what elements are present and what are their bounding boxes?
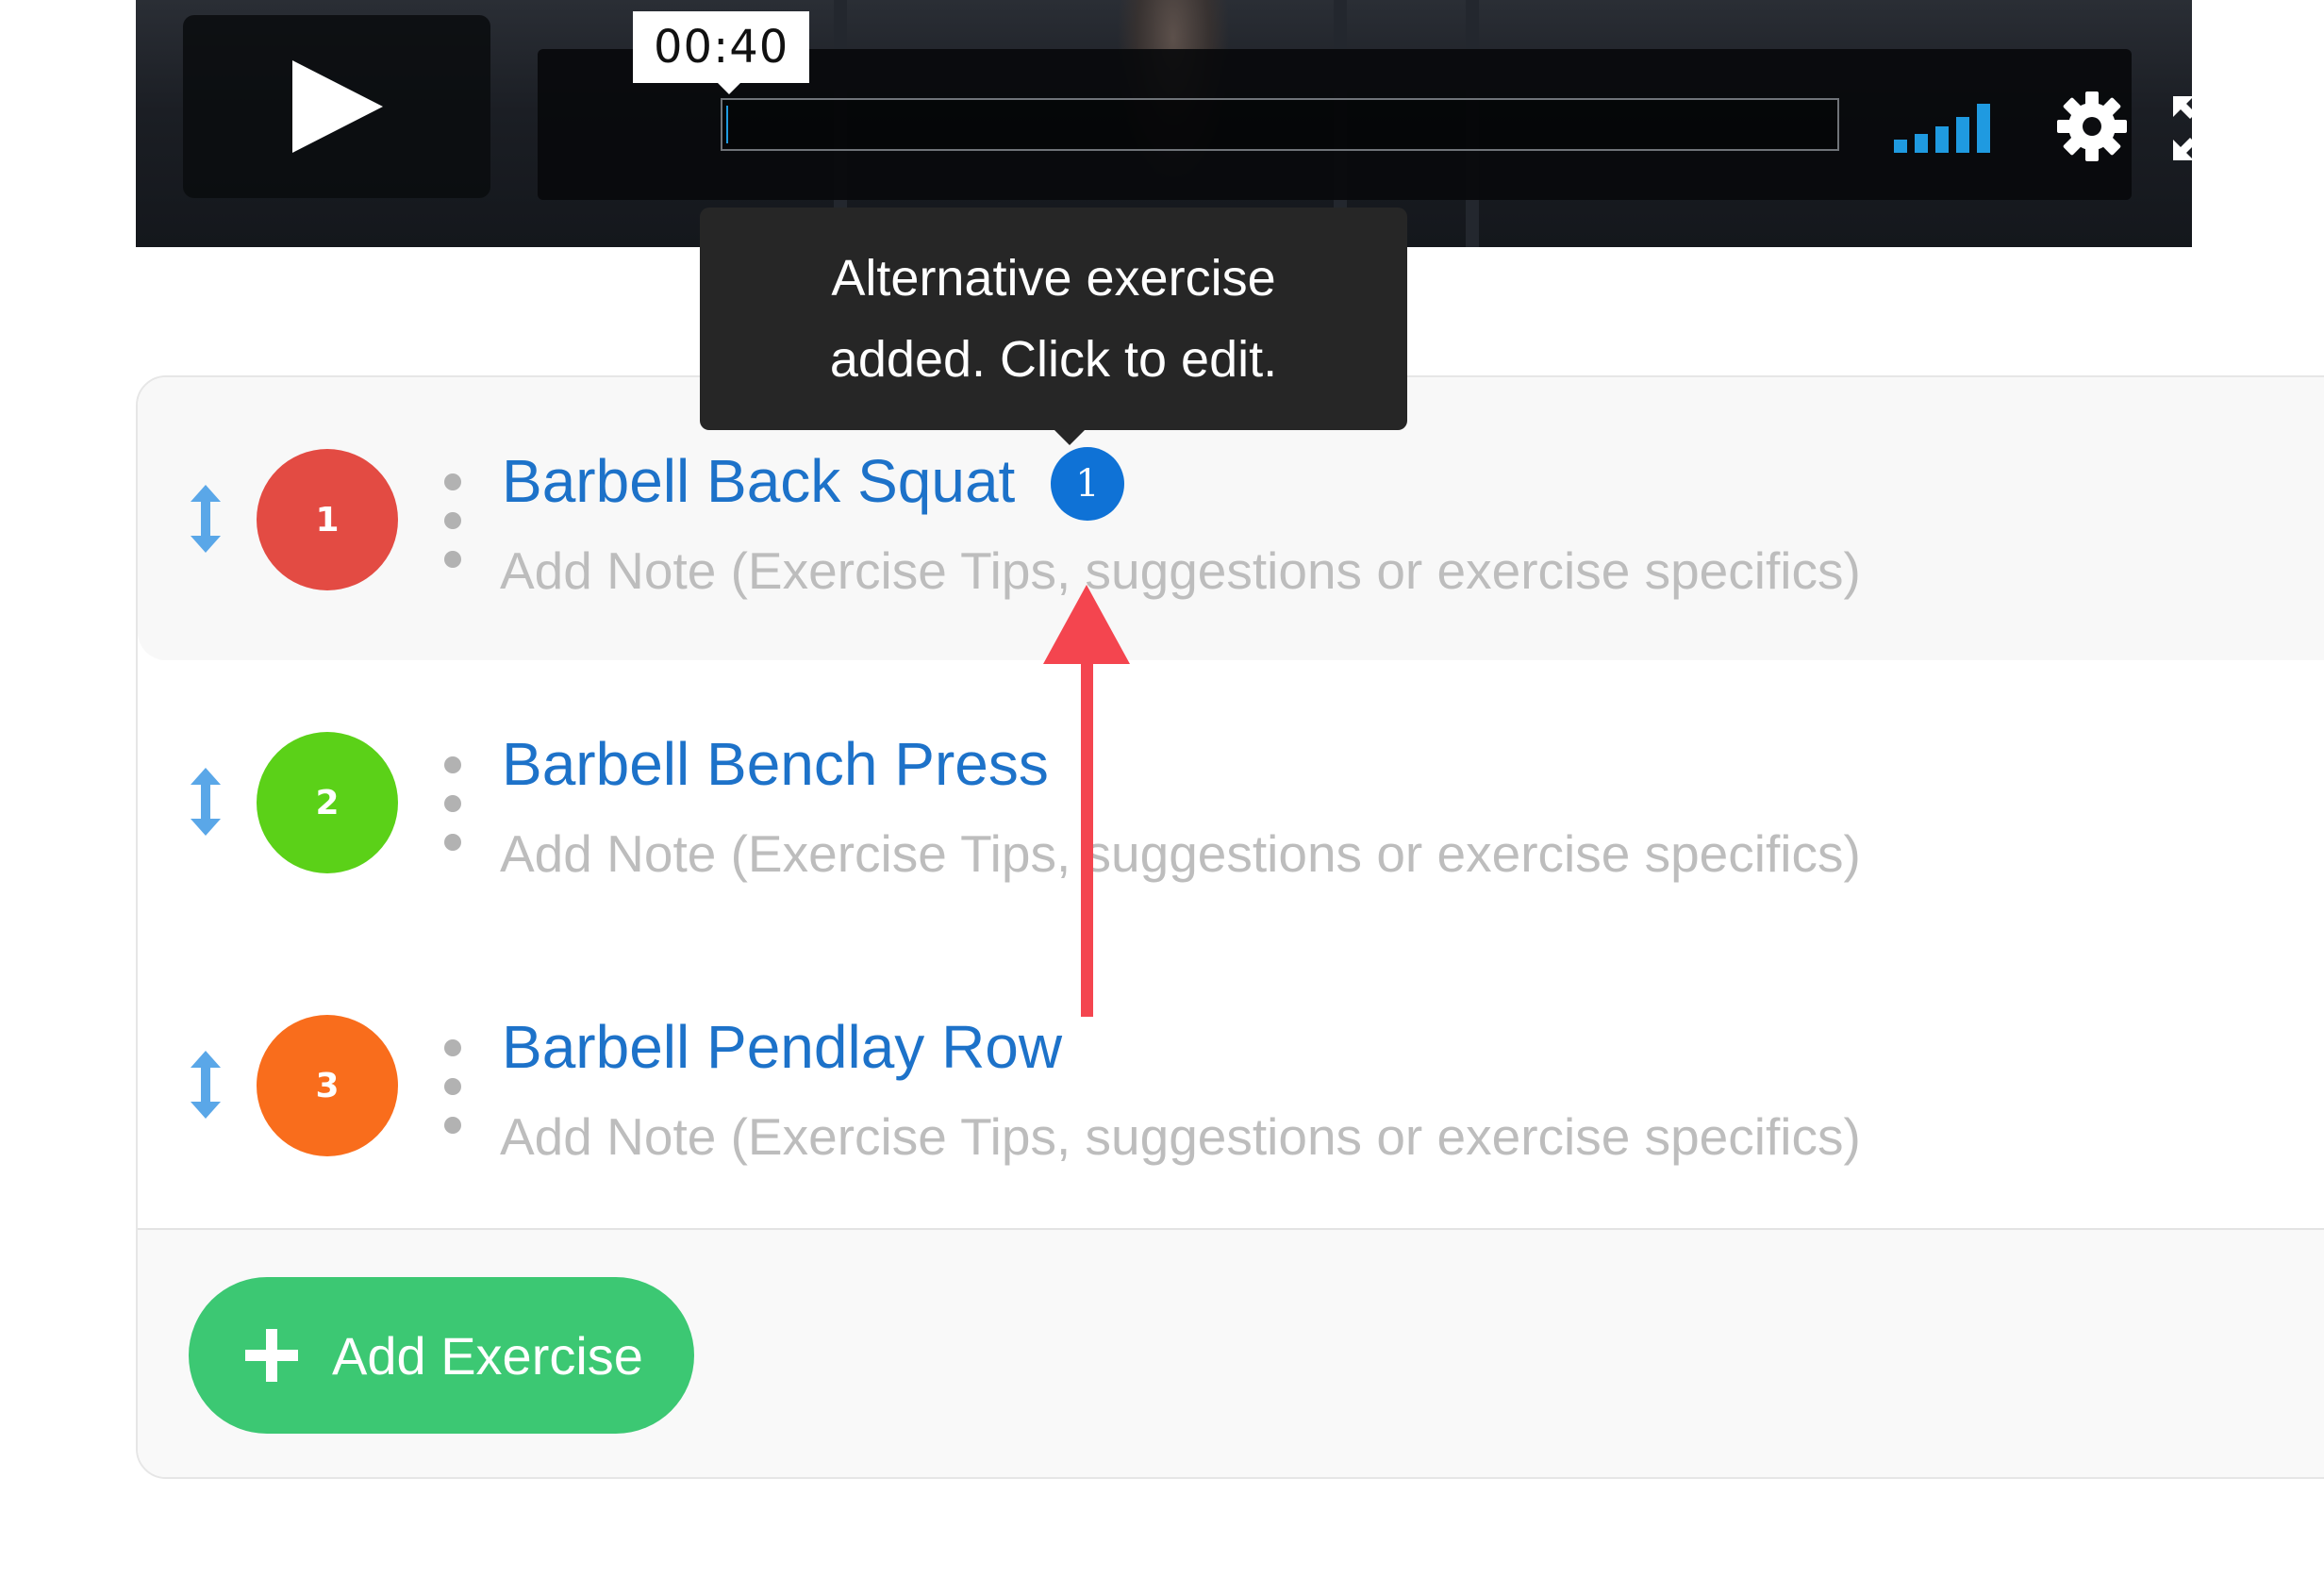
- tooltip-line-1: Alternative exercise: [831, 250, 1276, 307]
- exercise-options-kebab-icon[interactable]: [440, 756, 466, 851]
- exercise-number-badge: 2: [257, 732, 398, 873]
- exercise-note-field[interactable]: Add Note (Exercise Tips, suggestions or …: [500, 1104, 1861, 1170]
- exercise-row[interactable]: 2 Barbell Bench Press Add Note (Exercise…: [138, 660, 2324, 943]
- exercise-note-field[interactable]: Add Note (Exercise Tips, suggestions or …: [500, 538, 1861, 604]
- exercise-name-link[interactable]: Barbell Pendlay Row: [502, 1011, 1062, 1083]
- drag-handle-icon[interactable]: [187, 1051, 224, 1119]
- alternative-exercise-tooltip: Alternative exercise added. Click to edi…: [700, 208, 1407, 445]
- exercise-number-badge: 1: [257, 449, 398, 590]
- drag-handle-icon[interactable]: [187, 768, 224, 836]
- exercise-list-card: 1 Barbell Back Squat 1 Add Note (Exercis…: [136, 375, 2324, 1479]
- exercise-number-badge: 3: [257, 1015, 398, 1156]
- exercise-note-field[interactable]: Add Note (Exercise Tips, suggestions or …: [500, 821, 1861, 887]
- play-button[interactable]: [183, 15, 490, 198]
- exercise-options-kebab-icon[interactable]: [440, 1039, 466, 1134]
- plus-icon: [245, 1329, 298, 1382]
- video-progress-bar[interactable]: [721, 98, 1839, 151]
- add-exercise-label: Add Exercise: [332, 1325, 643, 1386]
- volume-icon[interactable]: [1892, 98, 2005, 159]
- play-icon: [292, 60, 383, 153]
- settings-gear-icon[interactable]: [2054, 89, 2130, 169]
- tooltip-line-2: added. Click to edit.: [829, 331, 1278, 388]
- video-progress-handle[interactable]: [726, 106, 728, 143]
- fullscreen-icon[interactable]: [2173, 96, 2192, 165]
- workout-builder: 00:40 Alternative exercise added. Click …: [0, 0, 2324, 1594]
- exercise-options-kebab-icon[interactable]: [440, 473, 466, 568]
- alternatives-count-badge[interactable]: 1: [1051, 447, 1124, 521]
- exercise-name-link[interactable]: Barbell Back Squat: [502, 445, 1015, 517]
- exercise-name-link[interactable]: Barbell Bench Press: [502, 728, 1049, 800]
- video-time-tooltip: 00:40: [633, 11, 810, 94]
- annotation-arrow-icon: [1043, 585, 1130, 1017]
- exercise-row[interactable]: 3 Barbell Pendlay Row Add Note (Exercise…: [138, 943, 2324, 1226]
- add-exercise-button[interactable]: Add Exercise: [189, 1277, 694, 1434]
- drag-handle-icon[interactable]: [187, 485, 224, 553]
- exercise-list-footer: Add Exercise: [138, 1230, 2324, 1477]
